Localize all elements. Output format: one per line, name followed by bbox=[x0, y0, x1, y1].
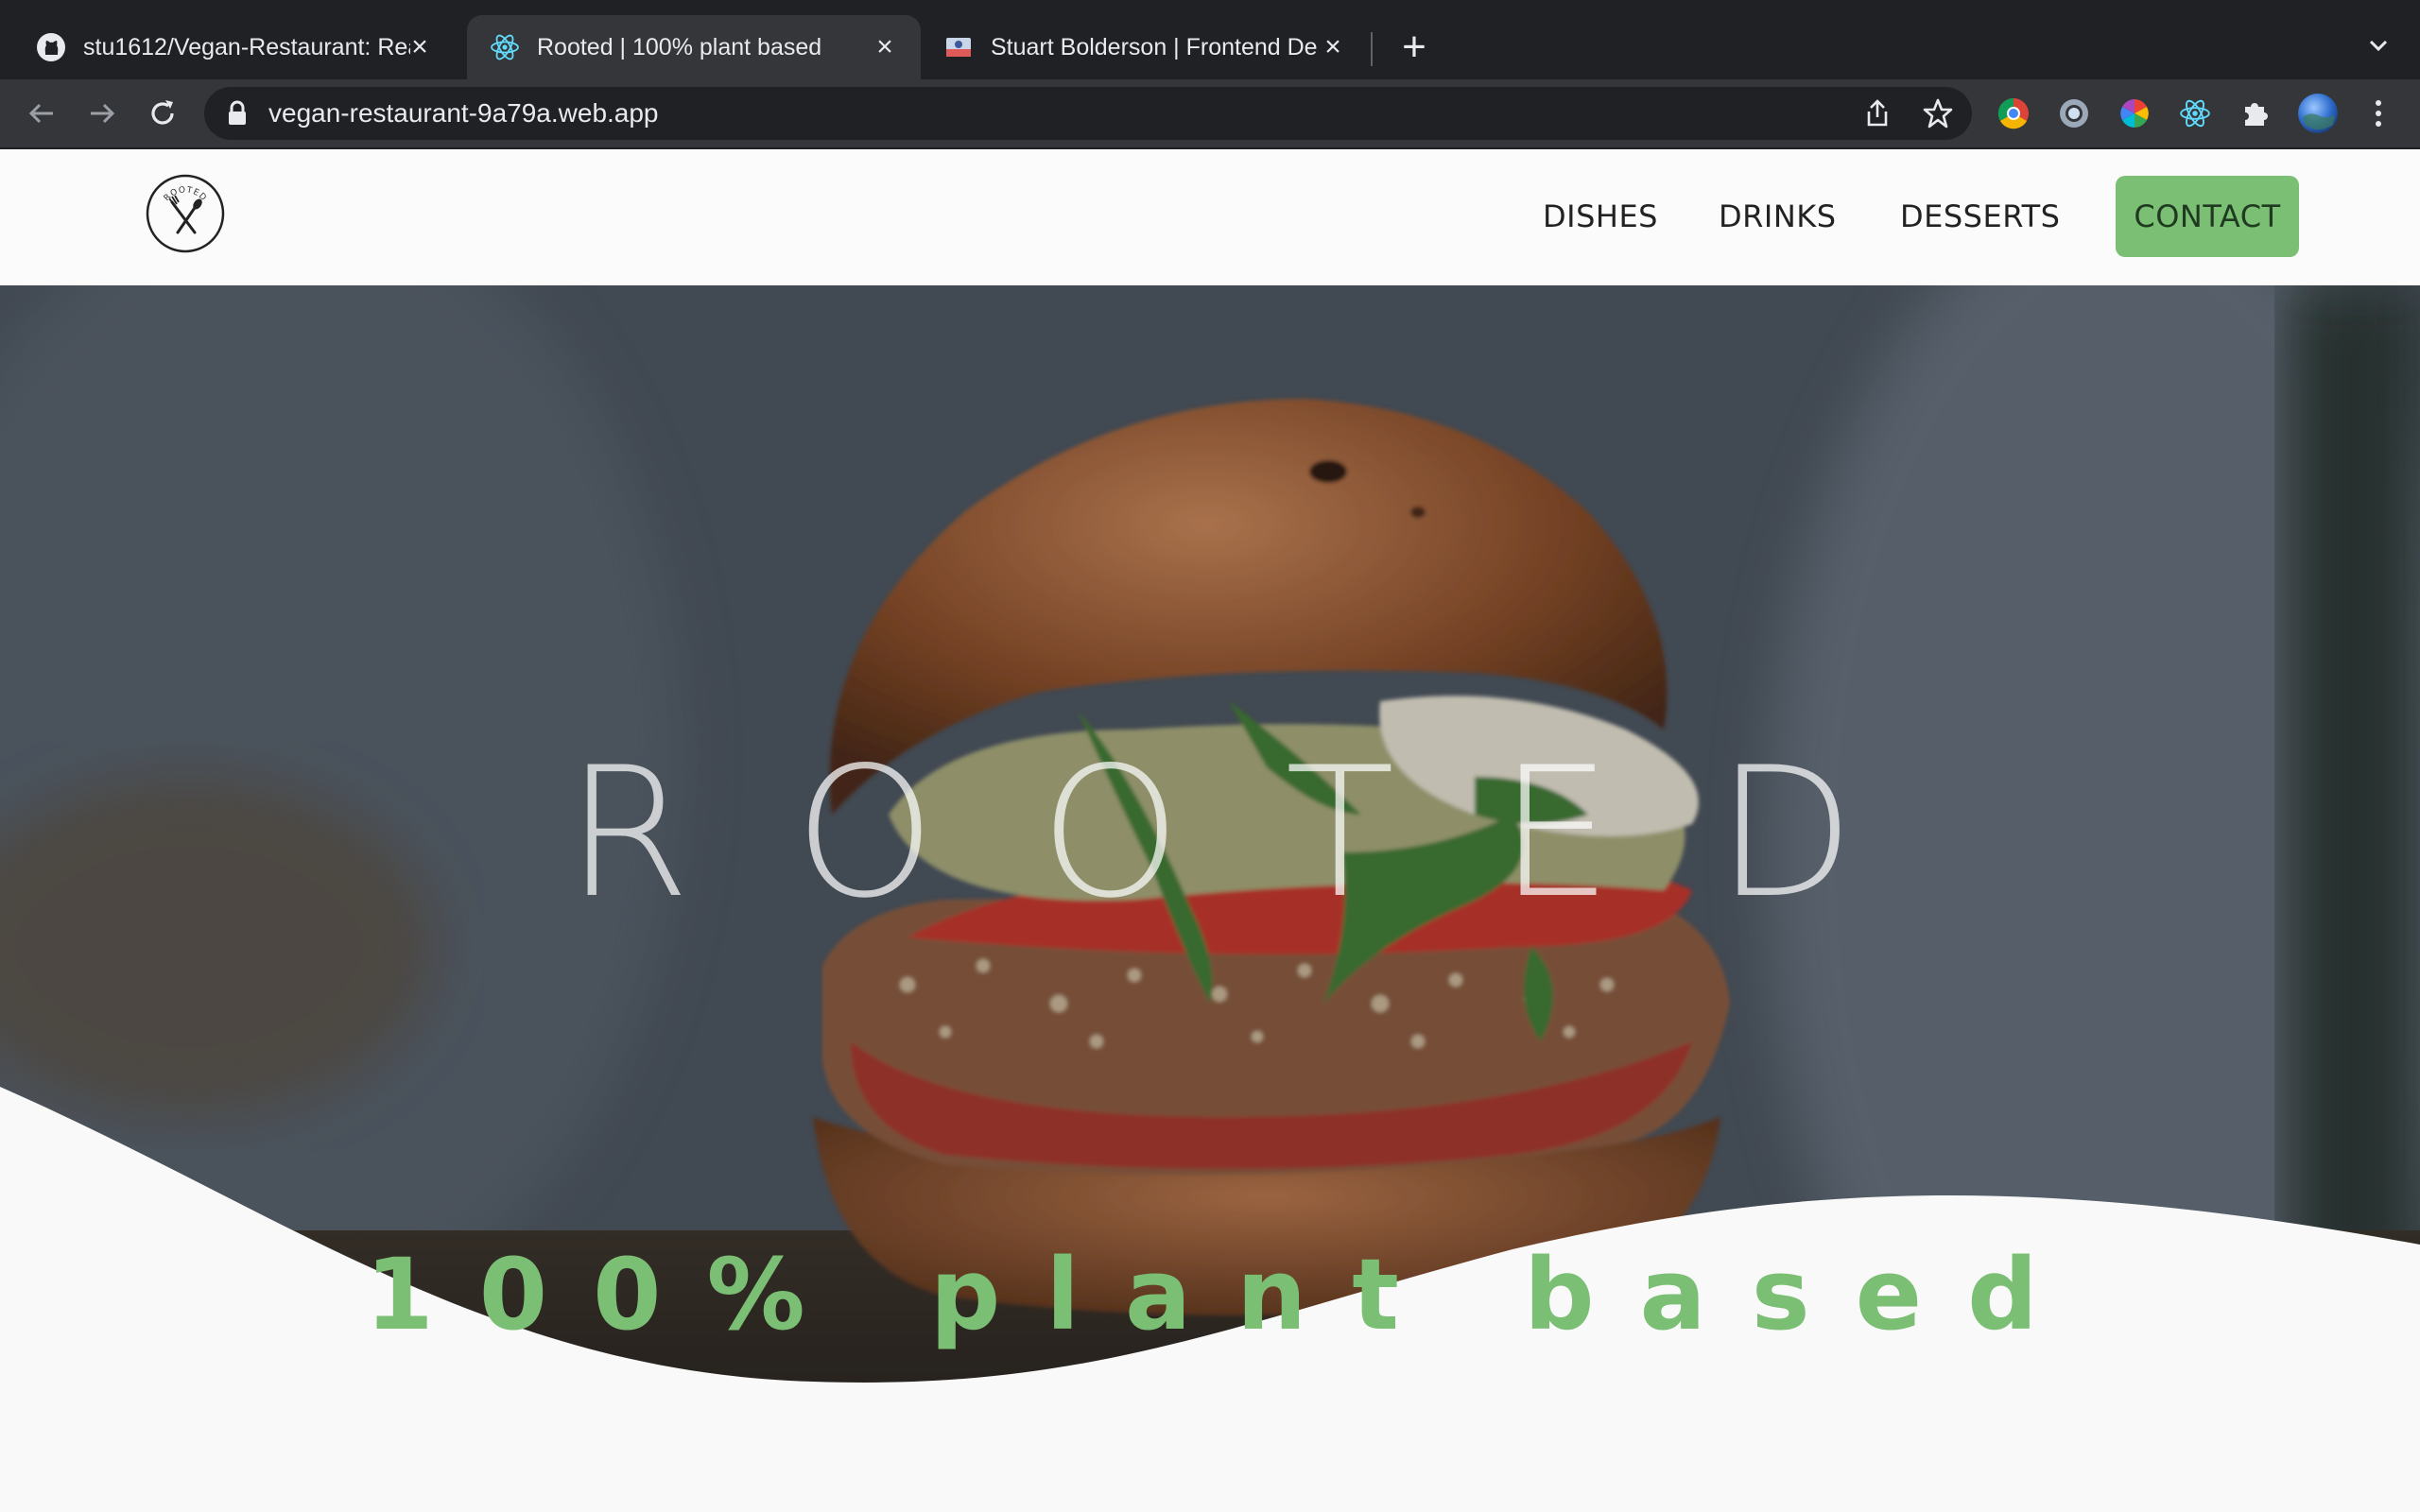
close-tab-icon[interactable]: × bbox=[405, 31, 435, 62]
chrome-extension-icon[interactable] bbox=[1996, 96, 2031, 130]
tab-rooted[interactable]: Rooted | 100% plant based × bbox=[467, 15, 921, 79]
hero-section: ROOTED 100% plant based bbox=[0, 285, 2420, 1512]
browser-menu-icon[interactable] bbox=[2361, 96, 2395, 130]
color-wheel-extension-icon[interactable] bbox=[2118, 96, 2152, 130]
tab-title: Stuart Bolderson | Frontend De bbox=[991, 33, 1318, 60]
react-devtools-icon[interactable] bbox=[2178, 96, 2212, 130]
lock-icon[interactable] bbox=[227, 100, 248, 131]
nav-desserts-link[interactable]: DESSERTS bbox=[1900, 198, 2060, 234]
tab-separator bbox=[1371, 32, 1373, 66]
site-header: ROOTED DISHES DRINKS DESSERTS CONTACT bbox=[0, 149, 2420, 285]
nav-drinks-link[interactable]: DRINKS bbox=[1719, 198, 1837, 234]
puzzle-extensions-icon[interactable] bbox=[2238, 96, 2273, 130]
portfolio-icon bbox=[943, 32, 974, 62]
close-tab-icon[interactable]: × bbox=[1318, 31, 1348, 62]
close-tab-icon[interactable]: × bbox=[870, 31, 900, 62]
profile-avatar[interactable] bbox=[2297, 93, 2339, 134]
react-icon bbox=[490, 32, 520, 62]
tagline: 100% plant based bbox=[365, 1237, 2083, 1352]
tab-github[interactable]: stu1612/Vegan-Restaurant: Rea × bbox=[0, 15, 456, 79]
bookmark-star-icon[interactable] bbox=[1921, 96, 1955, 130]
address-bar[interactable]: vegan-restaurant-9a79a.web.app bbox=[204, 87, 1972, 140]
circle-extension-icon[interactable] bbox=[2057, 96, 2091, 130]
nav-dishes-link[interactable]: DISHES bbox=[1543, 198, 1658, 234]
browser-tab-strip: stu1612/Vegan-Restaurant: Rea × Rooted |… bbox=[0, 0, 2420, 79]
github-icon bbox=[36, 32, 66, 62]
browser-toolbar: vegan-restaurant-9a79a.web.app bbox=[0, 79, 2420, 149]
tab-title: Rooted | 100% plant based bbox=[537, 33, 822, 60]
reload-icon[interactable] bbox=[142, 93, 183, 134]
new-tab-button[interactable]: + bbox=[1397, 26, 1431, 68]
forward-icon[interactable] bbox=[81, 93, 123, 134]
url-text[interactable]: vegan-restaurant-9a79a.web.app bbox=[268, 98, 659, 129]
tab-title: stu1612/Vegan-Restaurant: Rea bbox=[83, 33, 410, 60]
tab-search-chevron-down-icon[interactable] bbox=[2363, 30, 2394, 60]
back-icon[interactable] bbox=[21, 93, 62, 134]
contact-button[interactable]: CONTACT bbox=[2116, 176, 2299, 257]
tab-portfolio[interactable]: Stuart Bolderson | Frontend De × bbox=[923, 15, 1369, 79]
rooted-logo[interactable]: ROOTED bbox=[146, 174, 225, 253]
share-icon[interactable] bbox=[1860, 96, 1894, 130]
